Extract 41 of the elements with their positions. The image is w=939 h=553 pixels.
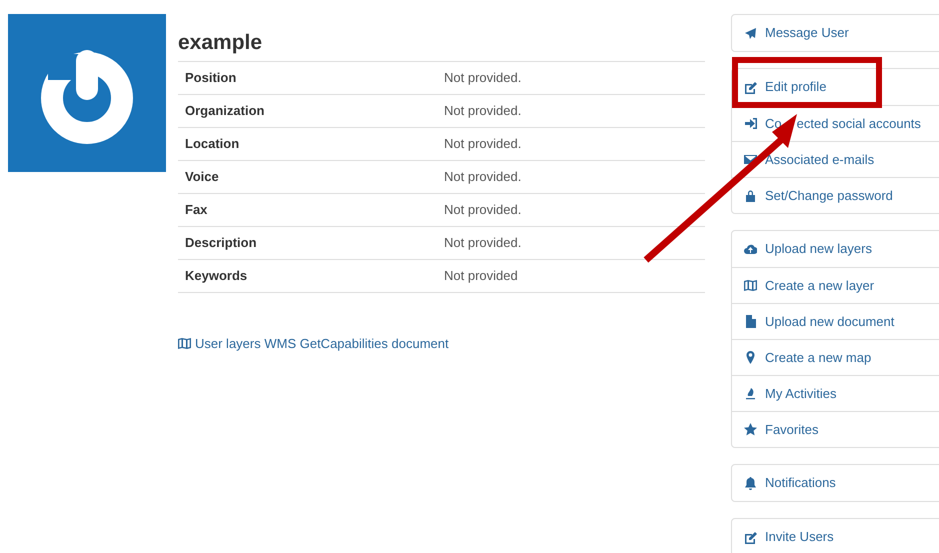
field-label: Fax bbox=[178, 194, 437, 226]
map-icon bbox=[178, 337, 191, 350]
field-label: Description bbox=[178, 226, 437, 260]
sidebar-link[interactable]: Edit profile bbox=[732, 69, 939, 105]
field-value: Not provided bbox=[437, 260, 705, 292]
map-icon bbox=[744, 279, 757, 292]
field-value: Not provided. bbox=[437, 226, 705, 260]
flame-icon bbox=[744, 387, 757, 400]
field-value: Not provided. bbox=[437, 94, 705, 128]
profile-name: example bbox=[178, 32, 264, 53]
field-label: Organization bbox=[178, 94, 437, 128]
field-label: Location bbox=[178, 128, 437, 160]
edit-icon bbox=[744, 80, 757, 94]
envelope-icon bbox=[744, 153, 757, 166]
sidebar-link[interactable]: Upload new layers bbox=[732, 231, 939, 267]
sidebar-link[interactable]: Notifications bbox=[732, 465, 939, 501]
field-value: Not provided. bbox=[437, 160, 705, 194]
sign-in-icon bbox=[744, 117, 757, 130]
sidebar-link[interactable]: Message User bbox=[732, 15, 939, 51]
sidebar-link[interactable]: My Activities bbox=[732, 375, 939, 411]
sidebar-link[interactable]: Invite Users bbox=[732, 519, 939, 553]
edit-icon bbox=[744, 530, 757, 544]
star-icon bbox=[744, 423, 757, 436]
bell-icon bbox=[744, 476, 757, 490]
cloud-upload-icon bbox=[744, 242, 757, 256]
map-marker-icon bbox=[744, 351, 757, 364]
sidebar-link[interactable]: Create a new layer bbox=[732, 267, 939, 303]
field-value: Not provided. bbox=[437, 194, 705, 226]
wms-link[interactable]: User layers WMS GetCapabilities document bbox=[178, 334, 449, 354]
field-value: Not provided. bbox=[437, 128, 705, 160]
send-icon bbox=[744, 26, 757, 40]
sidebar-link[interactable]: Favorites bbox=[732, 411, 939, 447]
field-value: Not provided. bbox=[437, 62, 705, 94]
field-label: Position bbox=[178, 62, 437, 94]
field-label: Voice bbox=[178, 160, 437, 194]
field-label: Keywords bbox=[178, 260, 437, 292]
sidebar-link[interactable]: Set/Change password bbox=[732, 177, 939, 213]
sidebar-link[interactable]: Upload new document bbox=[732, 303, 939, 339]
document-icon bbox=[744, 315, 757, 328]
sidebar-link[interactable]: Create a new map bbox=[732, 339, 939, 375]
lock-icon bbox=[744, 189, 757, 202]
